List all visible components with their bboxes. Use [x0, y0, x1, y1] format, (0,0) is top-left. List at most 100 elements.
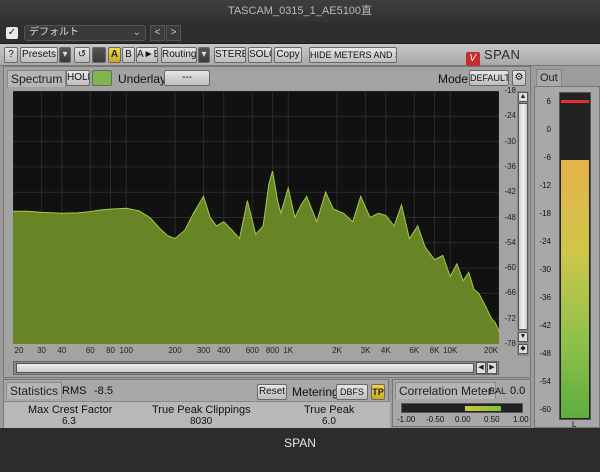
- scroll-up-icon[interactable]: ▲: [518, 92, 528, 102]
- horizontal-scrollbar[interactable]: ◀ ▶: [13, 361, 499, 375]
- x-tick-label: 10K: [443, 346, 458, 355]
- max-crest-factor-label: Max Crest Factor: [28, 404, 113, 416]
- x-tick-label: 30: [37, 346, 46, 355]
- correlation-bar: [401, 403, 523, 413]
- hold-button[interactable]: HOLD: [66, 70, 90, 86]
- vertical-scrollbar[interactable]: ▲ ▼ ◆: [517, 91, 529, 356]
- y-tick-label: -72: [504, 313, 516, 323]
- hide-meters-stats-button[interactable]: HIDE METERS AND STATS: [309, 47, 397, 63]
- scroll-right-icon[interactable]: ▶: [487, 362, 497, 374]
- x-tick-label: 20: [14, 346, 24, 355]
- bal-value: 0.0: [510, 385, 526, 397]
- reset-button[interactable]: Reset: [257, 384, 287, 400]
- routing-button[interactable]: Routing: [161, 47, 197, 63]
- undo-button[interactable]: ↺: [74, 47, 90, 63]
- hold-indicator[interactable]: [92, 70, 112, 86]
- footer-plugin-name: SPAN: [0, 428, 600, 472]
- scroll-down-icon[interactable]: ▼: [518, 332, 528, 342]
- spectrum-graph[interactable]: [13, 91, 499, 344]
- metering-select[interactable]: DBFS: [336, 384, 368, 400]
- rms-value: -8.5: [94, 385, 113, 397]
- a-to-b-button[interactable]: A►B: [136, 47, 158, 63]
- spectrum-y-axis: -18 -24 -30 -36 -42 -48 -54 -60 -66 -72 -78: [500, 86, 516, 348]
- spectrum-x-axis: 20 30 40 60 80 100 200 300 400 600 800 1K 2K 3K 4K 6K 8K…: [13, 345, 499, 359]
- y-tick-label: -66: [504, 288, 516, 298]
- output-panel: Out 6 0 -6 -12 -18 -24 -30 -36 -42 -48 -54 -60 L: [534, 66, 600, 429]
- brand: V SPAN: [466, 46, 521, 66]
- true-peak-clippings-label: True Peak Clippings: [152, 404, 251, 416]
- x-tick-label: 60: [85, 346, 95, 355]
- enable-checkbox[interactable]: ✓: [6, 27, 18, 39]
- x-tick-label: 4K: [380, 346, 391, 355]
- routing-menu-button[interactable]: ▾: [198, 47, 210, 63]
- solo-button[interactable]: SOLO: [248, 47, 272, 63]
- preset-select[interactable]: デフォルト ⌄: [24, 25, 146, 41]
- output-tick-label: -54: [539, 376, 551, 386]
- tab-spectrum[interactable]: Spectrum: [7, 70, 67, 87]
- next-preset-button[interactable]: >: [166, 25, 181, 41]
- x-tick-label: 300: [196, 346, 211, 355]
- x-tick-label: 100: [119, 346, 133, 355]
- scroll-left-icon[interactable]: ◀: [476, 362, 486, 374]
- bal-label: BAL: [489, 386, 507, 396]
- b-button[interactable]: B: [122, 47, 135, 63]
- x-tick-label: 20K: [483, 346, 499, 355]
- output-tick-label: -24: [539, 237, 551, 247]
- tab-out[interactable]: Out: [536, 69, 562, 86]
- y-tick-label: -78: [504, 339, 516, 348]
- copy-button[interactable]: Copy: [274, 47, 302, 63]
- x-tick-label: 2K: [332, 346, 342, 355]
- output-peak-indicator: [561, 100, 589, 104]
- x-tick-label: 6K: [409, 346, 420, 355]
- underlay-select[interactable]: ---: [164, 70, 210, 86]
- x-tick-label: 40: [57, 346, 67, 355]
- metering-label: Metering: [292, 385, 339, 399]
- correlation-tick-label: 1.00: [513, 415, 529, 424]
- output-meter-frame: 6 0 -6 -12 -18 -24 -30 -36 -42 -48 -54 -60 L: [534, 86, 600, 429]
- y-tick-label: -42: [504, 187, 516, 197]
- output-tick-label: -18: [539, 209, 551, 219]
- y-tick-label: -60: [504, 263, 516, 273]
- help-button[interactable]: ?: [4, 47, 18, 63]
- stereo-button[interactable]: STEREO: [214, 47, 246, 63]
- correlation-fill: [465, 406, 501, 411]
- prev-preset-button[interactable]: <: [150, 25, 165, 41]
- plugin-toolbar: ? Presets ▾ ↺ A B A►B Routing ▾ STEREO S…: [0, 44, 600, 66]
- x-tick-label: 200: [168, 346, 182, 355]
- output-tick-label: -48: [539, 348, 551, 358]
- host-bar: ✓ デフォルト ⌄ < >: [0, 22, 600, 44]
- a-button[interactable]: A: [108, 47, 121, 63]
- settings-button[interactable]: ⚙: [512, 70, 526, 86]
- x-tick-label: 800: [265, 346, 280, 355]
- output-tick-label: 6: [546, 97, 551, 107]
- brand-label: SPAN: [484, 47, 521, 62]
- triangle-down-icon: ▾: [62, 49, 68, 60]
- correlation-panel: Correlation Meter BAL 0.0 -1.00 -0.50 0.00…: [392, 379, 531, 427]
- horizontal-scroll-thumb[interactable]: [16, 363, 474, 373]
- rms-label: RMS: [62, 385, 87, 397]
- true-peak-toggle[interactable]: TP: [371, 384, 385, 400]
- x-tick-label: 80: [106, 346, 115, 355]
- zoom-diamond-icon[interactable]: ◆: [518, 344, 528, 354]
- redo-button[interactable]: [92, 47, 106, 63]
- output-tick-label: -36: [539, 292, 551, 302]
- correlation-tick-label: 0.50: [484, 415, 500, 424]
- y-tick-label: -54: [504, 237, 516, 247]
- mode-label: Mode: [438, 72, 469, 86]
- tab-correlation[interactable]: Correlation Meter: [395, 382, 496, 399]
- tab-statistics[interactable]: Statistics: [6, 382, 63, 399]
- vertical-scroll-thumb[interactable]: [518, 103, 528, 330]
- underlay-label: Underlay: [118, 72, 167, 86]
- true-peak-value: 6.0: [322, 416, 336, 427]
- triangle-down-icon: ▾: [201, 49, 207, 60]
- x-tick-label: 400: [217, 346, 231, 355]
- y-tick-label: -18: [504, 86, 516, 95]
- gear-icon: ⚙: [514, 72, 524, 83]
- output-tick-label: -12: [539, 181, 551, 191]
- presets-button[interactable]: Presets: [20, 47, 58, 63]
- output-meter: [559, 92, 591, 420]
- presets-menu-button[interactable]: ▾: [59, 47, 71, 63]
- output-tick-label: -60: [539, 404, 551, 414]
- mode-select[interactable]: DEFAULT: [469, 70, 509, 86]
- output-tick-label: -42: [539, 320, 551, 330]
